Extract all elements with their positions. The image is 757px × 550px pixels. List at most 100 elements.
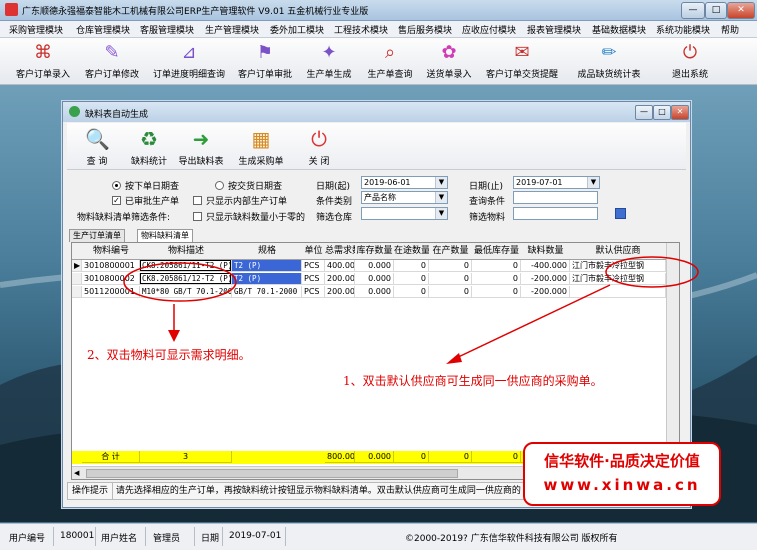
child-tool-2[interactable]: ➜ 导出缺料表 — [175, 125, 227, 167]
close-button[interactable]: ✕ — [727, 2, 755, 19]
tab-material-shortage[interactable]: 物料缺料清单 — [137, 229, 193, 242]
table-cell[interactable]: 0 — [472, 273, 521, 285]
date-from-picker[interactable]: 2019-06-01 ▼ — [361, 176, 448, 189]
status-separator — [194, 527, 195, 546]
toolbar-button-4[interactable]: ✦ 生产单生成 — [299, 39, 359, 82]
menu-item-1[interactable]: 仓库管理模块 — [76, 23, 130, 36]
column-header[interactable]: 物料描述 — [140, 243, 233, 260]
table-cell[interactable]: -200.000 — [521, 286, 570, 298]
maximize-button[interactable]: □ — [705, 2, 727, 19]
toolbar-button-3[interactable]: ⚑ 客户订单审批 — [232, 39, 298, 82]
table-cell[interactable]: 0 — [394, 260, 429, 272]
table-cell[interactable]: T2 (P) — [232, 273, 302, 285]
date-to-picker[interactable]: 2019-07-01 ▼ — [513, 176, 600, 189]
table-cell[interactable]: PCS — [302, 260, 325, 272]
child-tool-1[interactable]: ♻ 缺料统计 — [123, 125, 175, 167]
table-cell[interactable]: 0 — [429, 273, 472, 285]
child-close-button[interactable]: ✕ — [671, 105, 689, 120]
menu-item-11[interactable]: 帮助 — [721, 23, 739, 36]
checkbox-approved[interactable]: ✓ — [112, 196, 121, 205]
table-cell[interactable]: 0 — [429, 286, 472, 298]
column-header[interactable]: 物料编号 — [82, 243, 141, 260]
child-tool-0[interactable]: 🔍 查 询 — [71, 125, 123, 167]
minimize-button[interactable]: — — [681, 2, 705, 19]
table-cell[interactable]: 0.000 — [355, 273, 394, 285]
child-title: 缺料表自动生成 — [85, 110, 149, 120]
tab-production-orders[interactable]: 生产订单清单 — [69, 229, 125, 242]
table-cell[interactable]: PCS — [302, 286, 325, 298]
table-cell[interactable]: 5011200001 — [82, 286, 140, 298]
menu-item-6[interactable]: 售后服务模块 — [398, 23, 452, 36]
table-cell[interactable]: 0.000 — [355, 260, 394, 272]
child-tool-3[interactable]: ▦ 生成采购单 — [235, 125, 287, 167]
query-condition-input[interactable] — [513, 191, 598, 204]
table-cell[interactable]: 3010800001 — [82, 260, 140, 272]
toolbar-button-1[interactable]: ✎ 客户订单修改 — [79, 39, 145, 82]
table-cell[interactable]: 0 — [394, 286, 429, 298]
table-cell[interactable]: M10*80 GB/T 70.1-2000 — [140, 286, 232, 298]
menu-item-4[interactable]: 委外加工模块 — [270, 23, 324, 36]
table-row[interactable]: ▶ 3010800001 CK8.205861/11-T2 (P) T2 (P) PCS… — [72, 260, 679, 273]
table-row[interactable]: 5011200001 M10*80 GB/T 70.1-2000 GB/T 70.1… — [72, 286, 679, 299]
column-header[interactable]: 库存数量 — [355, 243, 395, 260]
menu-item-9[interactable]: 基础数据模块 — [592, 23, 646, 36]
table-cell[interactable]: CK8.205861/12-T2 (P) — [140, 273, 232, 285]
menu-item-5[interactable]: 工程技术模块 — [334, 23, 388, 36]
scroll-left-icon[interactable]: ◀ — [74, 469, 79, 477]
table-cell[interactable]: GB/T 70.1-2000 — [232, 286, 302, 298]
menu-item-0[interactable]: 采购管理模块 — [9, 23, 63, 36]
toolbar-button-2[interactable]: ⊿ 订单进度明细查询 — [147, 39, 231, 82]
table-cell[interactable] — [570, 286, 666, 298]
checkbox-negative-only[interactable] — [193, 212, 202, 221]
toolbar-button-8[interactable]: ✏ 成品缺货统计表 — [565, 39, 653, 82]
table-cell[interactable]: T2 (P) — [232, 260, 302, 272]
vertical-scrollbar[interactable] — [666, 243, 679, 451]
table-cell[interactable]: -200.000 — [521, 273, 570, 285]
radio-delivery-date[interactable] — [215, 181, 224, 190]
table-cell[interactable]: 200.000 — [325, 273, 355, 285]
checkbox-internal[interactable] — [193, 196, 202, 205]
column-header[interactable]: 缺料数量 — [521, 243, 571, 260]
menu-item-8[interactable]: 报表管理模块 — [527, 23, 581, 36]
column-header[interactable]: 默认供应商 — [570, 243, 667, 260]
material-input[interactable] — [513, 207, 598, 220]
column-header[interactable]: 规格 — [232, 243, 303, 260]
toolbar-button-7[interactable]: ✉ 客户订单交货提醒 — [480, 39, 564, 82]
table-cell[interactable]: 0 — [472, 260, 521, 272]
child-maximize-button[interactable]: □ — [653, 105, 671, 120]
table-cell[interactable]: 0 — [394, 273, 429, 285]
column-header[interactable]: 在途数量 — [394, 243, 430, 260]
table-cell[interactable]: CK8.205861/11-T2 (P) — [140, 260, 232, 272]
toolbar-button-0[interactable]: ⌘ 客户订单录入 — [10, 39, 76, 82]
column-header[interactable]: 总需求数量 — [325, 243, 356, 260]
table-cell[interactable]: PCS — [302, 273, 325, 285]
menu-item-2[interactable]: 客服管理模块 — [140, 23, 194, 36]
condition-type-label: 条件类别 — [316, 197, 353, 207]
child-minimize-button[interactable]: — — [635, 105, 653, 120]
table-cell[interactable]: 0 — [472, 286, 521, 298]
menu-item-3[interactable]: 生产管理模块 — [205, 23, 259, 36]
table-cell[interactable]: 200.000 — [325, 286, 355, 298]
table-row[interactable]: 3010800002 CK8.205861/12-T2 (P) T2 (P) PCS 2… — [72, 273, 679, 286]
table-cell[interactable]: 400.000 — [325, 260, 355, 272]
material-lookup-icon[interactable] — [615, 208, 626, 219]
toolbar-button-5[interactable]: ⌕ 生产单查询 — [361, 39, 419, 82]
toolbar-button-6[interactable]: ✿ 送货单录入 — [420, 39, 478, 82]
child-tool-4[interactable]: ⏻ 关 闭 — [293, 125, 345, 167]
column-header[interactable]: 最低库存量 — [472, 243, 522, 260]
column-header[interactable]: 单位 — [302, 243, 326, 260]
warehouse-select[interactable]: ▼ — [361, 207, 448, 220]
menu-item-10[interactable]: 系统功能模块 — [656, 23, 710, 36]
column-header[interactable]: 在产数量 — [429, 243, 473, 260]
radio-order-date[interactable] — [112, 181, 121, 190]
menu-item-7[interactable]: 应收应付模块 — [462, 23, 516, 36]
scroll-thumb[interactable] — [86, 469, 458, 478]
table-cell[interactable]: 江门市毅丰冷拉型钢 — [570, 273, 666, 285]
table-cell[interactable]: 江门市毅丰冷拉型钢 — [570, 260, 666, 272]
table-cell[interactable]: 0.000 — [355, 286, 394, 298]
table-cell[interactable]: 0 — [429, 260, 472, 272]
toolbar-button-9[interactable]: ⏻ 退出系统 — [655, 39, 725, 82]
condition-type-select[interactable]: 产品名称 ▼ — [361, 191, 448, 204]
table-cell[interactable]: -400.000 — [521, 260, 570, 272]
table-cell[interactable]: 3010800002 — [82, 273, 140, 285]
